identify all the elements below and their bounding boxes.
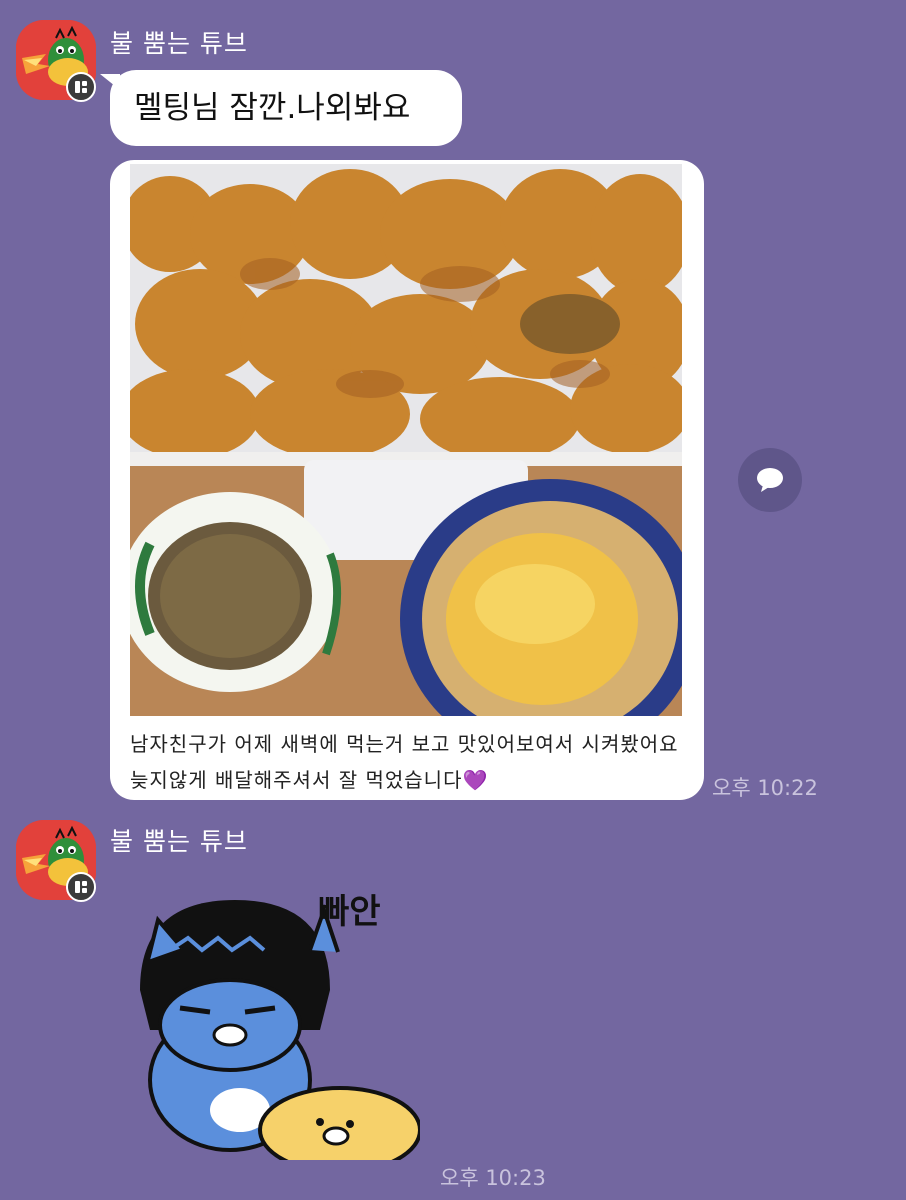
- speech-bubble-icon[interactable]: [738, 448, 802, 512]
- profile-badge-icon: [66, 872, 96, 902]
- photo-caption: 남자친구가 어제 새벽에 먹는거 보고 맛있어보여서 시켜봤어요 늦지않게 배달…: [130, 726, 690, 798]
- sticker-text: 빠안: [318, 892, 381, 932]
- photo-message-card[interactable]: 남자친구가 어제 새벽에 먹는거 보고 맛있어보여서 시켜봤어요 늦지않게 배달…: [110, 160, 704, 800]
- sender-name: 불 뿜는 튜브: [110, 29, 248, 58]
- message-bubble[interactable]: 멜팅님 잠깐.나외봐요: [110, 70, 462, 146]
- caption-line-2: 늦지않게 배달해주셔서 잘 먹었습니다💜: [130, 762, 690, 798]
- caption-line-1: 남자친구가 어제 새벽에 먹는거 보고 맛있어보여서 시켜봤어요: [130, 732, 679, 756]
- purple-heart-icon: 💜: [462, 768, 489, 792]
- sender-name: 불 뿜는 튜브: [110, 827, 248, 856]
- message-time: 오후 10:22: [712, 776, 818, 800]
- caption-line-2-text: 늦지않게 배달해주셔서 잘 먹었습니다: [130, 768, 463, 792]
- message-text: 멜팅님 잠깐.나외봐요: [134, 90, 411, 126]
- food-photo[interactable]: [130, 164, 682, 716]
- message-time: 오후 10:23: [440, 1166, 546, 1190]
- profile-badge-icon: [66, 72, 96, 102]
